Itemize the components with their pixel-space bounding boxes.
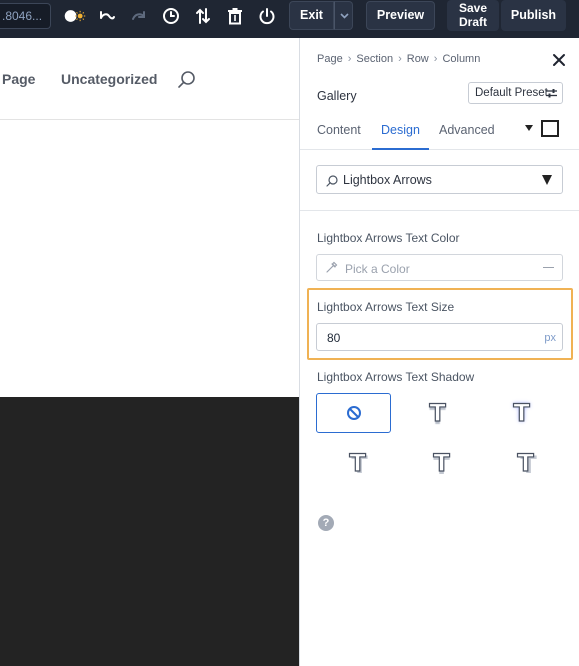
panel-tabs: Content Design Advanced: [300, 112, 579, 150]
save-draft-label-line1: Save: [458, 1, 488, 15]
redo-icon[interactable]: [128, 5, 150, 27]
color-placeholder: Pick a Color: [345, 262, 410, 276]
option-search-value: Lightbox Arrows: [343, 173, 432, 187]
chevron-right-icon: ›: [398, 53, 402, 65]
no-shadow-icon: [346, 406, 361, 420]
filter-icon[interactable]: [542, 175, 552, 185]
nav-link-uncategorized[interactable]: Uncategorized: [61, 71, 157, 87]
sliders-icon: [546, 89, 557, 98]
preview-button[interactable]: Preview: [366, 1, 435, 30]
shadow-option-preset-2[interactable]: T: [484, 393, 559, 433]
trash-icon[interactable]: [224, 5, 246, 27]
save-draft-button[interactable]: Save Draft: [447, 0, 499, 31]
nav-link-page[interactable]: Page: [2, 71, 35, 87]
url-field[interactable]: .8046...: [0, 3, 51, 29]
site-navigation: Page Uncategorized: [0, 38, 299, 120]
text-shadow-preview: T: [517, 448, 535, 477]
text-size-label: Lightbox Arrows Text Size: [317, 300, 455, 314]
preset-label: Default Preset: [475, 87, 548, 99]
text-shadow-label: Lightbox Arrows Text Shadow: [317, 370, 475, 384]
shadow-option-preset-5[interactable]: T: [488, 443, 563, 483]
breadcrumb-row[interactable]: Row: [407, 53, 429, 65]
module-title: Gallery: [317, 89, 357, 103]
square-icon[interactable]: [541, 120, 559, 137]
eyedropper-icon: [325, 261, 338, 279]
breadcrumb-section[interactable]: Section: [356, 53, 393, 65]
unit-label[interactable]: px: [544, 332, 556, 344]
divider: [300, 210, 579, 211]
text-color-field[interactable]: Pick a Color: [316, 254, 563, 281]
tab-advanced[interactable]: Advanced: [439, 123, 495, 137]
undo-icon[interactable]: [96, 5, 118, 27]
breadcrumb-column[interactable]: Column: [442, 53, 480, 65]
settings-panel: Page › Section › Row › Column Gallery Default …: [299, 38, 579, 666]
shadow-option-none[interactable]: [316, 393, 391, 433]
chevron-right-icon: ›: [347, 53, 352, 65]
power-icon[interactable]: [256, 5, 278, 27]
active-tab-indicator: [372, 148, 429, 150]
publish-button[interactable]: Publish: [501, 0, 566, 31]
close-icon[interactable]: [552, 53, 566, 67]
exit-dropdown-button[interactable]: [334, 1, 353, 30]
chevron-right-icon: ›: [433, 53, 438, 65]
sort-icon[interactable]: [192, 5, 214, 27]
text-color-label: Lightbox Arrows Text Color: [317, 231, 460, 245]
page-canvas: Page Uncategorized: [0, 38, 299, 666]
breadcrumb-page[interactable]: Page: [317, 53, 343, 65]
search-icon: [326, 174, 338, 192]
top-toolbar: .8046... Exit Preview Save Draft Publish: [0, 0, 579, 38]
text-shadow-preview: T: [429, 398, 447, 427]
help-icon[interactable]: ?: [318, 515, 334, 531]
save-draft-label-line2: Draft: [458, 15, 487, 29]
option-search-field[interactable]: Lightbox Arrows: [316, 165, 563, 194]
shadow-option-preset-1[interactable]: T: [400, 393, 475, 433]
shadow-option-preset-3[interactable]: T: [320, 443, 395, 483]
search-icon[interactable]: [177, 70, 197, 95]
text-shadow-preview: T: [349, 448, 367, 477]
mode-toggle-icon[interactable]: [64, 5, 86, 27]
dark-content-section: [0, 397, 299, 666]
text-size-input[interactable]: 80 px: [316, 323, 563, 351]
tab-design[interactable]: Design: [381, 123, 420, 137]
text-shadow-preview: T: [513, 398, 531, 427]
caret-down-icon[interactable]: [525, 125, 533, 131]
preset-selector[interactable]: Default Preset: [468, 82, 563, 104]
history-icon[interactable]: [160, 5, 182, 27]
clear-color-icon[interactable]: [543, 267, 554, 268]
text-size-value: 80: [327, 331, 341, 345]
shadow-option-preset-4[interactable]: T: [404, 443, 479, 483]
text-shadow-preview: T: [433, 448, 451, 477]
breadcrumb: Page › Section › Row › Column: [317, 53, 480, 65]
chevron-down-icon: [340, 13, 349, 19]
exit-button[interactable]: Exit: [289, 1, 334, 30]
tab-content[interactable]: Content: [317, 123, 361, 137]
